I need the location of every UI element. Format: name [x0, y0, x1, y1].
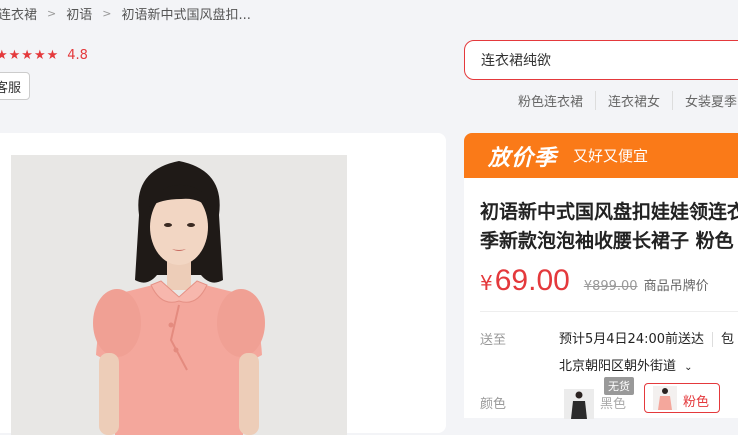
breadcrumb-item-brand[interactable]: 初语	[66, 4, 92, 23]
customer-service-label: 客服	[0, 80, 21, 96]
chevron-down-icon: ⌄	[684, 362, 693, 373]
original-price: ¥899.00	[583, 279, 638, 294]
price-row: ¥ 69.00 ¥899.00 商品吊牌价	[480, 264, 709, 298]
chevron-right-icon: >	[102, 7, 112, 20]
color-option-black-label[interactable]: 黑色	[600, 393, 626, 412]
color-option-pink-label: 粉色	[683, 395, 710, 410]
product-main-image[interactable]	[11, 155, 347, 435]
breadcrumb-item-product[interactable]: 初语新中式国风盘扣...	[121, 4, 250, 23]
chevron-right-icon: >	[47, 7, 57, 20]
rating-score: 4.8	[67, 48, 88, 63]
product-gallery	[0, 133, 446, 435]
price-currency: ¥	[480, 271, 493, 295]
hot-search-list: 粉色连衣裙 连衣裙女 女装夏季	[518, 91, 738, 110]
delivery-address-selector[interactable]: 北京朝阳区朝外街道 ⌄	[559, 355, 693, 374]
search-input[interactable]: 连衣裙纯欲	[464, 40, 738, 80]
product-title-line: 季新款泡泡袖收腰长裙子 粉色	[480, 230, 734, 252]
dress-pink-icon	[653, 386, 677, 410]
store-rating: ★★★★★ 4.8	[0, 48, 88, 63]
product-info-panel: 初语新中式国风盘扣娃娃领连衣裙 季新款泡泡袖收腰长裙子 粉色 ¥ 69.00 ¥…	[464, 178, 738, 419]
promo-title: 放价季	[488, 145, 558, 171]
breadcrumb: 连衣裙 > 初语 > 初语新中式国风盘扣...	[0, 4, 251, 23]
promo-subtitle: 又好又便宜	[573, 147, 649, 165]
original-price-label: 商品吊牌价	[643, 279, 709, 294]
hot-search-item[interactable]: 女装夏季	[672, 91, 738, 110]
model-photo-illustration	[11, 155, 347, 435]
color-label: 颜色	[480, 397, 507, 412]
delivery-eta: 预计5月4日24:00前送达包	[559, 328, 735, 347]
promo-banner: 放价季 又好又便宜	[464, 133, 738, 178]
hot-search-item[interactable]: 粉色连衣裙	[518, 91, 595, 110]
breadcrumb-item-category[interactable]: 连衣裙	[0, 4, 37, 23]
delivery-eta-text: 预计5月4日24:00前送达	[559, 332, 705, 347]
delivery-address: 北京朝阳区朝外街道	[559, 359, 677, 374]
product-title: 初语新中式国风盘扣娃娃领连衣裙 季新款泡泡袖收腰长裙子 粉色	[480, 198, 738, 256]
current-price: 69.00	[494, 264, 570, 297]
customer-service-button[interactable]: 客服	[0, 72, 30, 100]
hot-search-item[interactable]: 连衣裙女	[595, 91, 672, 110]
delivery-label: 送至	[480, 333, 507, 348]
rating-stars-icon: ★★★★★	[0, 48, 60, 63]
color-option-black-thumbnail[interactable]	[564, 389, 594, 419]
product-title-line: 初语新中式国风盘扣娃娃领连衣裙	[480, 201, 738, 223]
divider	[480, 311, 738, 312]
search-input-value: 连衣裙纯欲	[481, 53, 551, 69]
dress-black-icon	[564, 389, 594, 419]
delivery-eta-more: 包	[712, 332, 735, 347]
